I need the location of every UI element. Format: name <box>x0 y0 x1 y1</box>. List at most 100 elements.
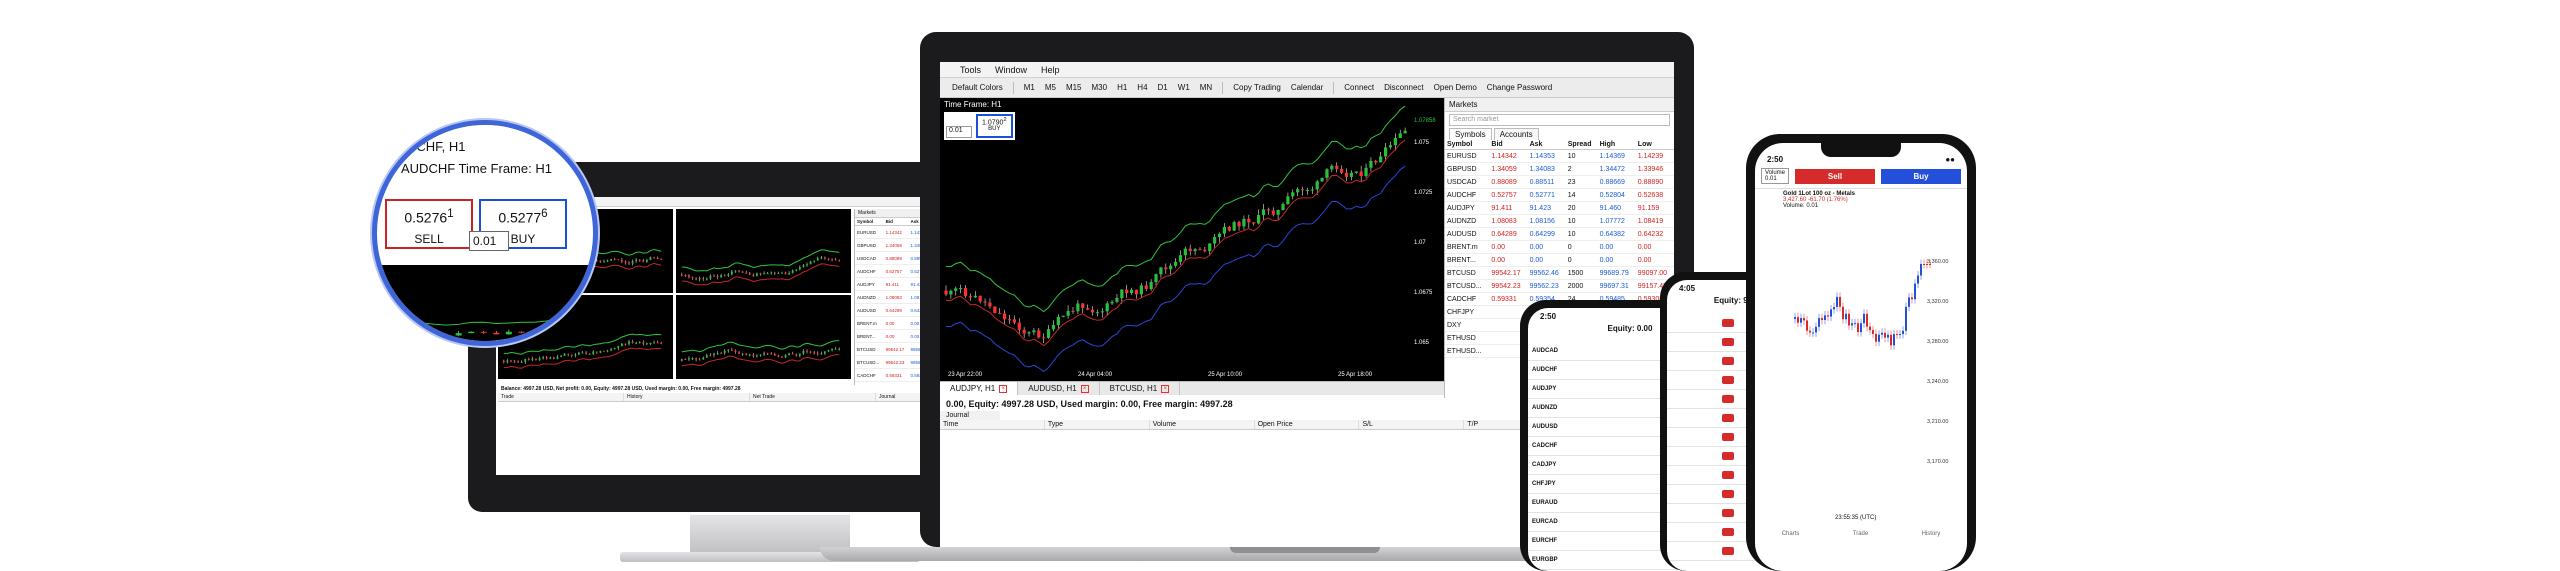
candle-body <box>1178 255 1183 262</box>
candle-body <box>795 269 798 271</box>
buy-button[interactable]: Buy <box>1881 168 1962 184</box>
candle-body <box>606 260 609 262</box>
chart-tab[interactable]: BTCUSD, H1 × <box>1100 382 1181 395</box>
candle-body <box>1066 310 1070 316</box>
candle-body <box>1320 177 1324 182</box>
sell-chip[interactable] <box>1721 433 1735 441</box>
markets-row[interactable]: BRENT...0.000.0000.000.00 <box>1445 253 1674 267</box>
close-icon[interactable]: × <box>999 384 1008 393</box>
markets-tab-symbols[interactable]: Symbols <box>1449 128 1492 140</box>
markets-row[interactable]: AUDJPY91.41191.4232091.46091.159 <box>1445 201 1674 215</box>
candle-body <box>993 306 997 313</box>
magnifier-lot-input[interactable]: 0.01 <box>469 231 509 251</box>
chart-tab[interactable]: AUDUSD, H1 × <box>1018 382 1100 395</box>
candle-body <box>1374 161 1378 163</box>
markets-cell: 0.52638 <box>1635 188 1674 202</box>
toolbar-change-password-button[interactable]: Change Password <box>1487 83 1552 92</box>
close-icon[interactable]: × <box>1080 384 1089 393</box>
markets-cell: 0.64299 <box>1527 227 1566 241</box>
monitor-tab-trade[interactable]: Trade <box>498 393 624 401</box>
candle-body <box>770 272 773 274</box>
toolbar-h1-button[interactable]: H1 <box>1117 83 1127 92</box>
phone-price-axis-label: 3,170.00 <box>1927 459 1948 465</box>
menu-tools[interactable]: Tools <box>960 65 981 75</box>
markets-header-cell: High <box>1597 140 1636 150</box>
toolbar-calendar-button[interactable]: Calendar <box>1291 83 1323 92</box>
toolbar-copy-trading-button[interactable]: Copy Trading <box>1233 83 1281 92</box>
markets-row[interactable]: USDCAD0.880890.88511230.886690.88890 <box>1445 175 1674 189</box>
menu-window[interactable]: Window <box>995 65 1027 75</box>
journal-tab[interactable]: Journal <box>940 411 1000 420</box>
chart-tab[interactable]: AUDJPY, H1 × <box>940 382 1019 395</box>
sell-chip[interactable] <box>1721 471 1735 479</box>
nav-history[interactable]: History <box>1922 531 1941 537</box>
toolbar-m5-button[interactable]: M5 <box>1045 83 1056 92</box>
close-icon[interactable]: × <box>1161 384 1170 393</box>
phone-price-axis-label: 3,280.00 <box>1927 339 1948 345</box>
sell-chip[interactable] <box>1721 395 1735 403</box>
candle-body <box>599 260 602 263</box>
laptop-menubar: Tools Window Help <box>940 62 1674 78</box>
toolbar-d1-button[interactable]: D1 <box>1158 83 1168 92</box>
toolbar-m15-button[interactable]: M15 <box>1066 83 1082 92</box>
candle-body <box>1232 222 1236 231</box>
magnifier-sell-button[interactable]: 0.52761 SELL <box>385 199 473 249</box>
sell-chip[interactable] <box>1721 547 1735 555</box>
candle-body <box>827 350 830 352</box>
candle-body <box>824 351 826 354</box>
toolbar-w1-button[interactable]: W1 <box>1178 83 1190 92</box>
markets-cell: 0.64289 <box>1489 227 1528 241</box>
markets-row[interactable]: AUDUSD0.642890.64299100.643820.64232 <box>1445 227 1674 241</box>
markets-row[interactable]: BRENT.m0.000.0000.000.00 <box>1445 240 1674 254</box>
candle-body <box>684 359 687 361</box>
sell-chip[interactable] <box>1721 319 1735 327</box>
nav-charts[interactable]: Charts <box>1782 531 1800 537</box>
sell-chip[interactable] <box>1721 338 1735 346</box>
markets-cell: AUDUSD <box>855 303 884 317</box>
volume-sub: Volume: 0.01 <box>1783 203 1819 209</box>
markets-row[interactable]: GBPUSD1.340591.3408321.344721.33946 <box>1445 162 1674 176</box>
menu-help[interactable]: Help <box>1041 65 1060 75</box>
markets-search-input[interactable]: Search market <box>1449 114 1670 126</box>
sell-chip[interactable] <box>1721 414 1735 422</box>
markets-tab-accounts[interactable]: Accounts <box>1493 128 1539 140</box>
monitor-tab-history[interactable]: History <box>624 393 750 401</box>
candle-body <box>468 331 475 334</box>
markets-cell: 0.88890 <box>1635 175 1674 189</box>
markets-row[interactable]: EURUSD1.143421.14353101.143691.14239 <box>1445 149 1674 163</box>
sell-chip[interactable] <box>1721 509 1735 517</box>
toolbar-mn-button[interactable]: MN <box>1200 83 1212 92</box>
candle-body <box>745 272 748 274</box>
candle-body <box>713 275 715 277</box>
markets-header-cell: Spread <box>1565 140 1598 150</box>
sell-chip[interactable] <box>1721 452 1735 460</box>
toolbar-m30-button[interactable]: M30 <box>1092 83 1108 92</box>
monitor-tab-net-trade[interactable]: Net Trade <box>750 393 876 401</box>
markets-row[interactable]: BTCUSD...99542.2399562.23200099697.31991… <box>1445 279 1674 293</box>
nav-trade[interactable]: Trade <box>1853 531 1868 537</box>
candle-body <box>773 353 776 356</box>
candle-body <box>603 350 605 352</box>
candle-body <box>628 341 630 344</box>
toolbar-disconnect-button[interactable]: Disconnect <box>1384 83 1424 92</box>
sell-chip[interactable] <box>1721 376 1735 384</box>
markets-row[interactable]: AUDCHF0.527570.52771140.528040.52638 <box>1445 188 1674 202</box>
markets-row[interactable]: AUDNZD1.080831.08156101.077721.08419 <box>1445 214 1674 228</box>
zoom-magnifier: DCHF, H1 AUDCHF Time Frame: H1 0.52761 S… <box>372 120 598 346</box>
toolbar-default-colors-button[interactable]: Default Colors <box>952 83 1003 92</box>
toolbar-open-demo-button[interactable]: Open Demo <box>1434 83 1477 92</box>
candle-body <box>1354 171 1358 173</box>
toolbar-connect-button[interactable]: Connect <box>1344 83 1374 92</box>
price-axis-label: 1.065 <box>1414 340 1430 346</box>
candle-body <box>820 257 823 259</box>
candle-body <box>816 258 819 261</box>
markets-row[interactable]: BTCUSD99542.1799562.46150099689.7999097.… <box>1445 266 1674 280</box>
sell-chip[interactable] <box>1721 357 1735 365</box>
price-axis-label: 1.0675 <box>1414 290 1433 296</box>
sell-chip[interactable] <box>1721 490 1735 498</box>
sell-button[interactable]: Sell <box>1795 168 1876 184</box>
toolbar-h4-button[interactable]: H4 <box>1137 83 1147 92</box>
volume-field[interactable]: Volume 0.01 <box>1761 168 1790 184</box>
sell-chip[interactable] <box>1721 528 1735 536</box>
toolbar-m1-button[interactable]: M1 <box>1024 83 1035 92</box>
